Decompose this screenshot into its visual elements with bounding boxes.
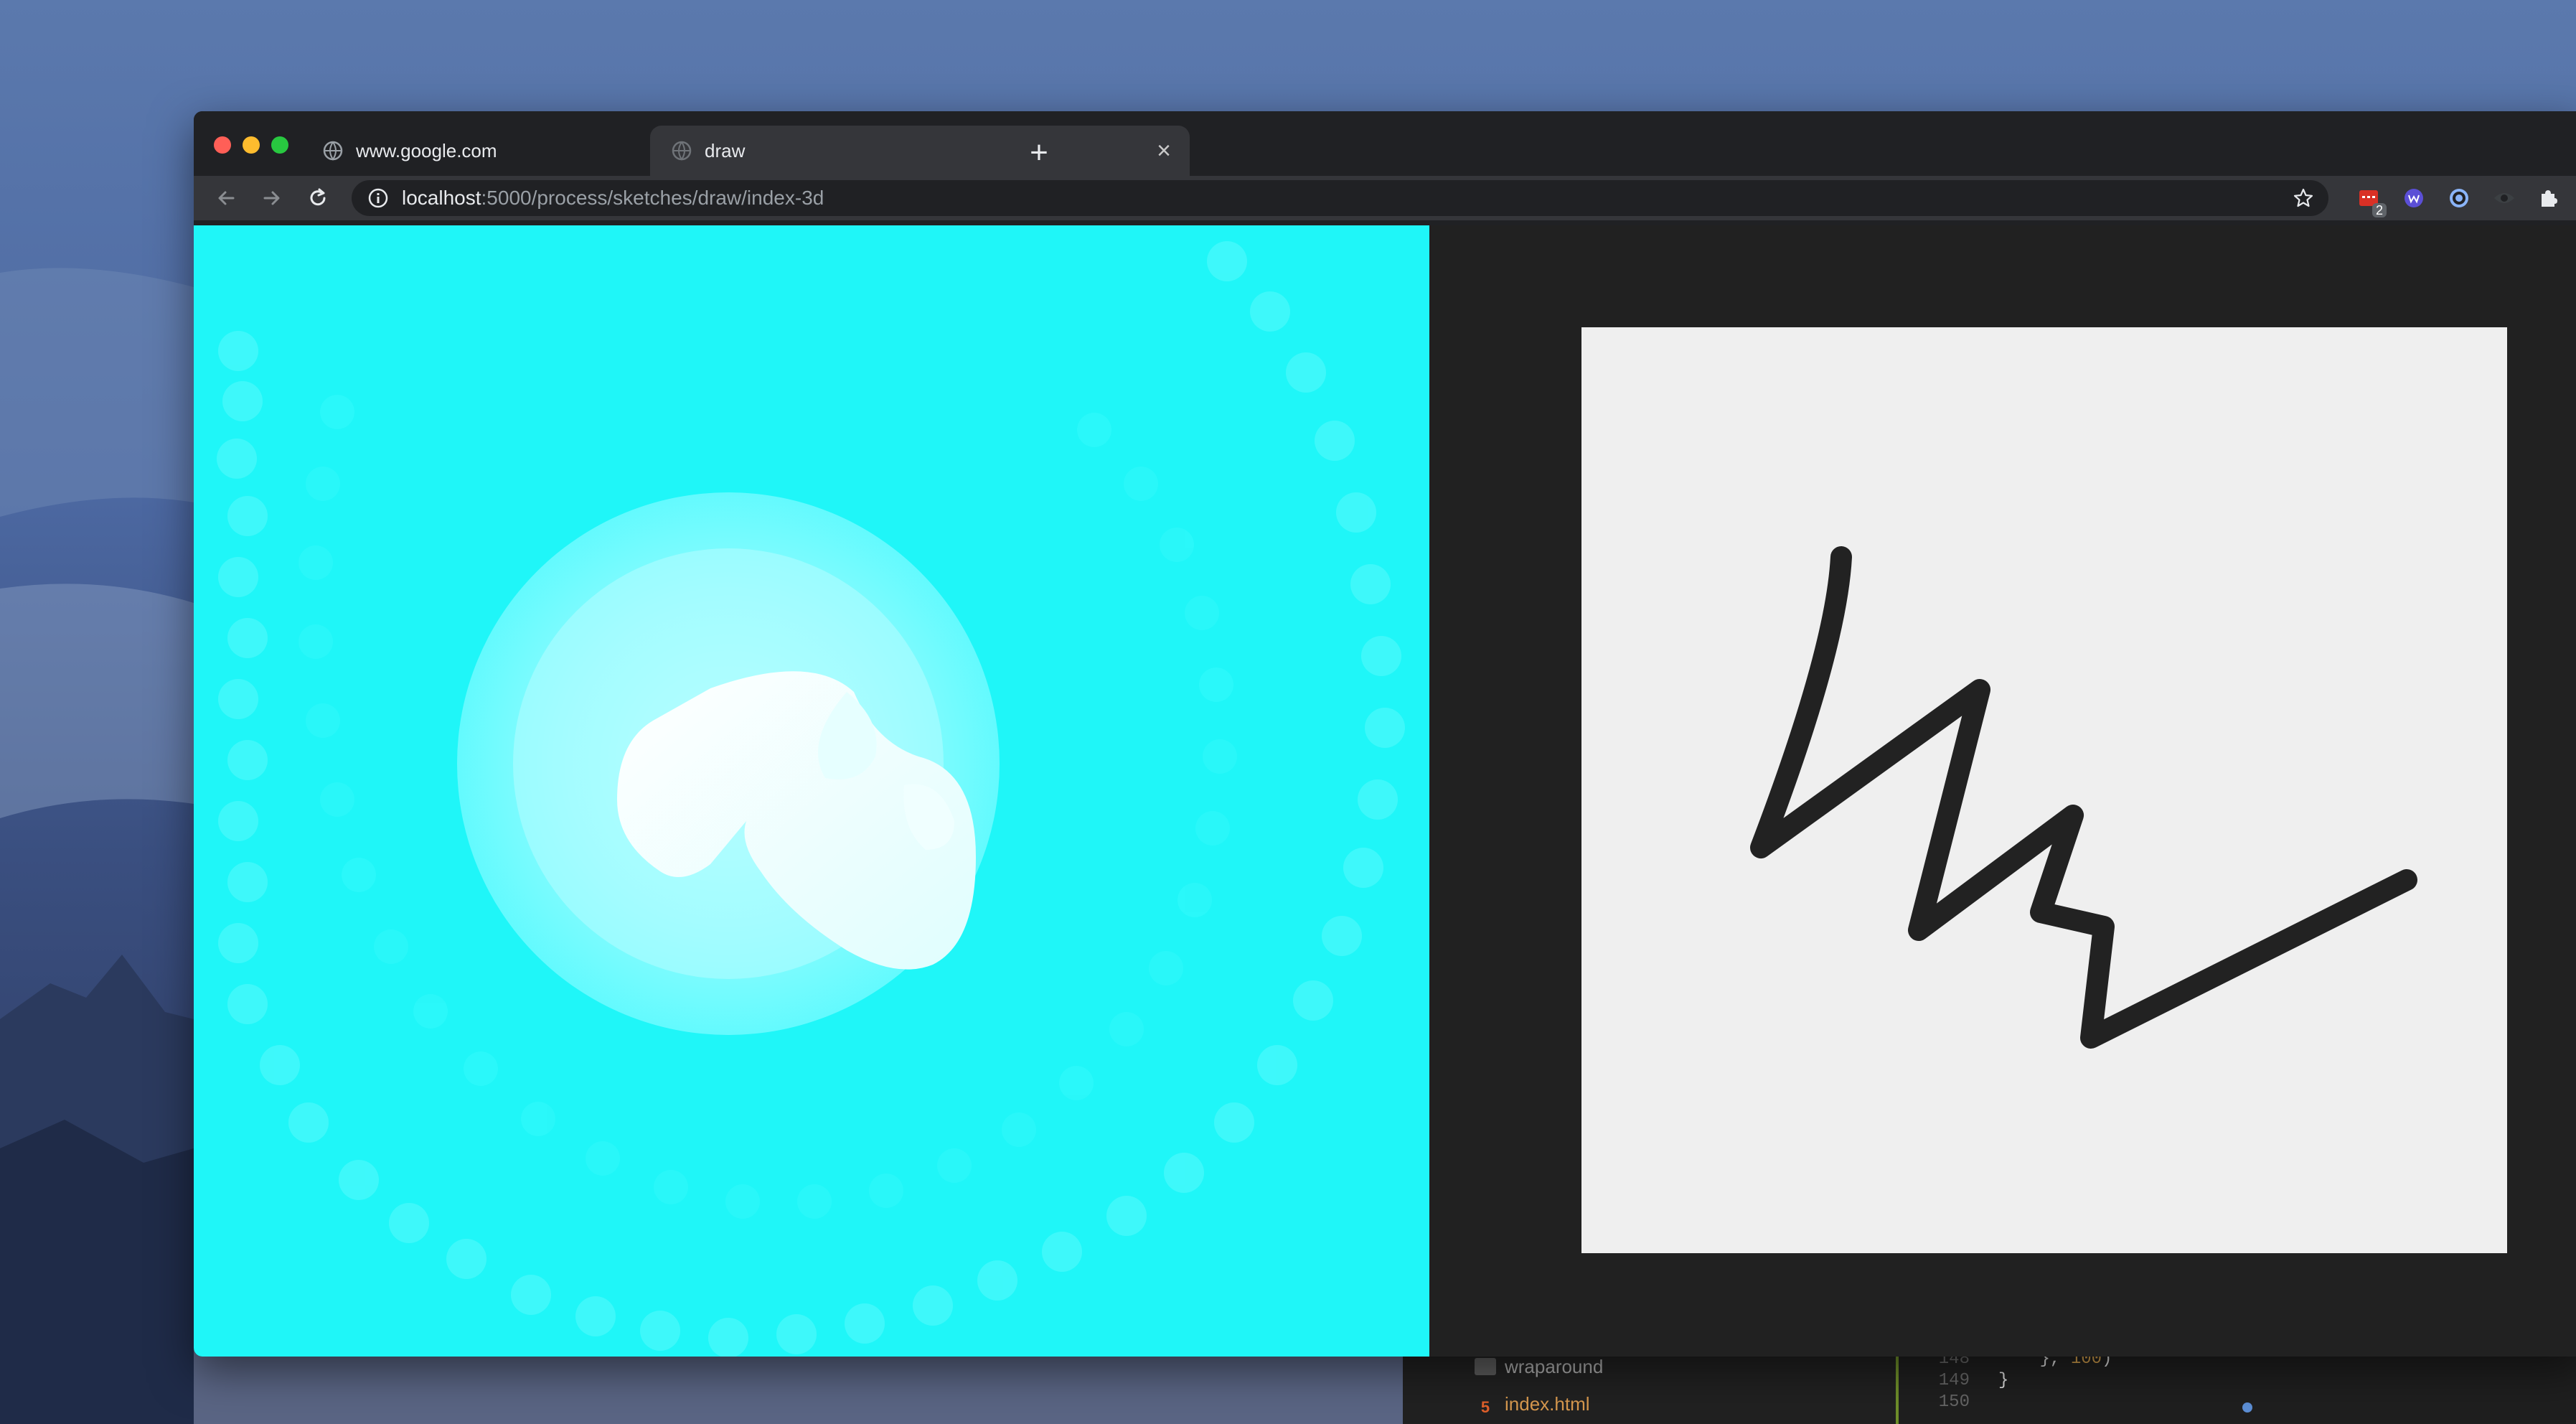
tab-strip: www.google.com × draw × + — [194, 111, 2576, 176]
w-extension-icon[interactable] — [2400, 184, 2427, 212]
new-tab-button[interactable]: + — [1017, 131, 1061, 174]
minimize-window-button[interactable] — [243, 136, 260, 154]
extension-badge: 2 — [2371, 203, 2387, 217]
tree-item-wraparound[interactable]: wraparound — [1475, 1352, 1603, 1381]
ring-extension-icon[interactable] — [2445, 184, 2473, 212]
tree-item-index-html[interactable]: 5 index.html — [1475, 1390, 1590, 1418]
close-window-button[interactable] — [214, 136, 231, 154]
arrow-right-icon — [263, 191, 280, 205]
code-line: 150 — [1938, 1392, 1970, 1412]
browser-toolbar: localhost:5000/process/sketches/draw/ind… — [194, 176, 2576, 220]
bookmark-star-icon[interactable] — [2293, 187, 2314, 209]
close-tab-icon[interactable]: × — [1150, 137, 1178, 165]
arrow-left-icon — [218, 191, 235, 205]
code-line: 149 } — [1938, 1371, 2009, 1390]
page-content — [194, 225, 2576, 1357]
3d-render — [217, 241, 1405, 1357]
forward-button[interactable] — [255, 182, 288, 215]
address-bar[interactable]: localhost:5000/process/sketches/draw/ind… — [352, 180, 2328, 216]
back-button[interactable] — [210, 182, 243, 215]
reload-icon — [310, 188, 326, 206]
drawing-pane — [1429, 225, 2576, 1357]
folder-icon — [1475, 1358, 1496, 1375]
browser-window: www.google.com × draw × + — [194, 111, 2576, 1357]
drawing-canvas[interactable] — [1581, 327, 2507, 1253]
3d-canvas[interactable] — [194, 225, 1429, 1357]
html-file-icon: 5 — [1480, 1398, 1490, 1416]
puzzle-extensions-icon[interactable] — [2534, 184, 2562, 212]
reload-button[interactable] — [301, 182, 334, 215]
info-icon[interactable] — [367, 187, 389, 209]
git-gutter — [1896, 1349, 1899, 1424]
zoom-window-button[interactable] — [271, 136, 288, 154]
url-text: localhost:5000/process/sketches/draw/ind… — [402, 187, 824, 209]
drawn-stroke — [1750, 546, 2417, 1049]
globe-icon — [672, 141, 692, 161]
tab-draw[interactable]: draw × — [650, 126, 1190, 176]
calendar-extension-icon[interactable]: 2 — [2355, 184, 2387, 217]
globe-icon — [323, 141, 343, 161]
eye-extension-icon[interactable] — [2491, 184, 2518, 212]
